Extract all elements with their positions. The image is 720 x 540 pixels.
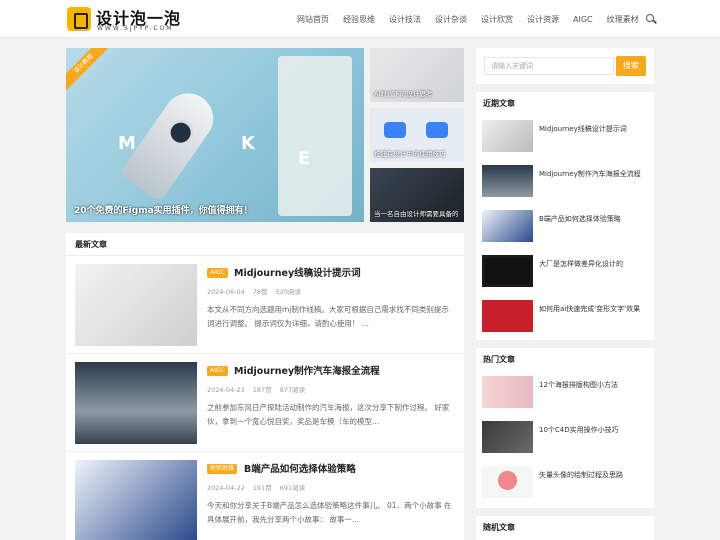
post-likes: 187赞 [252, 386, 272, 394]
post-reads: 877阅读 [279, 386, 306, 394]
recent-post-thumbnail[interactable] [482, 210, 533, 242]
slide-ui-panel [278, 56, 352, 216]
side-feature-1[interactable]: AI时代下的设计思考 [370, 48, 464, 102]
widget-title: 热门文章 [483, 355, 515, 364]
recent-post-item[interactable]: Midjourney线稿设计提示词 [482, 120, 648, 154]
hot-post-item[interactable]: 矢量头像的绘制过程及思路 [482, 466, 648, 500]
hot-posts-widget: 热门文章 12个海报排版构图小方法 10个C4D实用操作小技巧 矢量头像的绘制过… [476, 348, 654, 508]
post-likes: 191赞 [252, 484, 272, 492]
random-posts-widget: 随机文章 [476, 516, 654, 540]
nav-item-home[interactable]: 网站首页 [297, 14, 329, 25]
side-feature-caption: 按钮在设计中的使用技巧 [374, 150, 446, 158]
nav-item-talk[interactable]: 设计杂谈 [435, 14, 467, 25]
nav-item-techniques[interactable]: 设计技法 [389, 14, 421, 25]
hot-post-thumbnail[interactable] [482, 421, 533, 453]
post-tag[interactable]: AIGC [207, 268, 228, 278]
search-icon[interactable] [646, 14, 654, 22]
hot-post-title[interactable]: 矢量头像的绘制过程及思路 [539, 470, 623, 480]
slide-letter: E [298, 148, 311, 169]
post-card[interactable]: 经验思维 B端产品如何选择体验策略 2024-04-22 191赞 691阅读 今天… [66, 451, 464, 540]
post-meta: 2024-04-22 191赞 691阅读 [207, 482, 313, 492]
recent-post-title[interactable]: 大厂是怎样做差异化设计的 [539, 259, 623, 269]
blue-button-graphic [426, 122, 448, 138]
post-meta: 2024-04-23 187赞 877阅读 [207, 384, 313, 394]
recent-post-title[interactable]: 如何用ai快速完成'变形文字'效果 [539, 304, 640, 314]
side-feature-2[interactable]: 按钮在设计中的使用技巧 [370, 108, 464, 162]
search-widget: 请输入关键词 搜索 [476, 48, 654, 84]
post-date: 2024-04-23 [207, 386, 245, 394]
recent-post-item[interactable]: B端产品如何选择体验策略 [482, 210, 648, 244]
recent-post-title[interactable]: Midjourney线稿设计提示词 [539, 124, 627, 134]
recent-post-thumbnail[interactable] [482, 300, 533, 332]
post-title[interactable]: B端产品如何选择体验策略 [244, 461, 356, 475]
featured-slider[interactable]: M K E 设计教程 20个免费的Figma实用插件，你值得拥有！ [66, 48, 364, 222]
search-input[interactable]: 请输入关键词 [484, 57, 614, 75]
hot-post-thumbnail[interactable] [482, 376, 533, 408]
nav-item-showcase[interactable]: 设计欣赏 [481, 14, 513, 25]
post-excerpt: 本文从不同方向选题用mj制作线稿。大家可根据自己需求找不同类别提示词进行调整。 … [207, 305, 449, 328]
post-tag[interactable]: 经验思维 [207, 464, 238, 474]
recent-post-thumbnail[interactable] [482, 120, 533, 152]
post-reads: 520阅读 [275, 288, 301, 296]
hot-post-item[interactable]: 10个C4D实用操作小技巧 [482, 421, 648, 455]
side-feature-caption: AI时代下的设计思考 [374, 90, 433, 98]
logo-subtitle: WWW.SJPYP.COM [97, 25, 174, 32]
hot-post-title[interactable]: 10个C4D实用操作小技巧 [539, 425, 619, 435]
post-title[interactable]: Midjourney线稿设计提示词 [234, 265, 361, 279]
blue-button-graphic [384, 122, 406, 138]
post-date: 2024-06-04 [207, 288, 245, 296]
nav-item-resources[interactable]: 设计资源 [527, 14, 559, 25]
widget-title: 近期文章 [483, 99, 515, 108]
logo-icon[interactable] [67, 7, 91, 31]
latest-posts: 最新文章 AIGC Midjourney线稿设计提示词 2024-06-04 78… [66, 233, 464, 540]
nav-item-experience[interactable]: 经验思维 [343, 14, 375, 25]
post-excerpt: 之前参加东风日产探陆活动制作的汽车海报，这次分享下制作过程。 好家伙，拿到一个宽… [207, 403, 450, 426]
hot-post-title[interactable]: 12个海报排版构图小方法 [539, 380, 618, 390]
main-nav: 网站首页 经验思维 设计技法 设计杂谈 设计欣赏 设计资源 AIGC 纹理素材 [290, 0, 646, 38]
recent-post-thumbnail[interactable] [482, 255, 533, 287]
side-feature-3[interactable]: 当一名自由设计师需要具备的 [370, 168, 464, 222]
section-title: 最新文章 [75, 240, 107, 249]
post-meta: 2024-06-04 78赞 520阅读 [207, 286, 309, 296]
recent-post-item[interactable]: Midjourney制作汽车海报全流程 [482, 165, 648, 199]
recent-post-item[interactable]: 大厂是怎样做差异化设计的 [482, 255, 648, 289]
post-thumbnail[interactable] [75, 264, 197, 346]
category-ribbon: 设计教程 [66, 48, 110, 90]
slide-caption[interactable]: 20个免费的Figma实用插件，你值得拥有！ [74, 203, 253, 216]
recent-post-title[interactable]: B端产品如何选择体验策略 [539, 214, 621, 224]
post-tag[interactable]: AIGC [207, 366, 228, 376]
recent-post-item[interactable]: 如何用ai快速完成'变形文字'效果 [482, 300, 648, 334]
post-card[interactable]: AIGC Midjourney制作汽车海报全流程 2024-04-23 187赞 8… [66, 353, 464, 451]
recent-post-thumbnail[interactable] [482, 165, 533, 197]
nav-item-aigc[interactable]: AIGC [573, 15, 593, 24]
post-title[interactable]: Midjourney制作汽车海报全流程 [234, 363, 380, 377]
hot-post-item[interactable]: 12个海报排版构图小方法 [482, 376, 648, 410]
post-likes: 78赞 [252, 288, 268, 296]
post-thumbnail[interactable] [75, 460, 197, 540]
post-card[interactable]: AIGC Midjourney线稿设计提示词 2024-06-04 78赞 520阅… [66, 255, 464, 353]
post-reads: 691阅读 [279, 484, 306, 492]
slide-letter: K [241, 133, 255, 154]
recent-post-title[interactable]: Midjourney制作汽车海报全流程 [539, 169, 641, 179]
widget-title: 随机文章 [483, 523, 515, 532]
nav-item-textures[interactable]: 纹理素材 [607, 14, 639, 25]
search-button[interactable]: 搜索 [616, 56, 646, 76]
post-date: 2024-04-22 [207, 484, 245, 492]
side-feature-caption: 当一名自由设计师需要具备的 [374, 210, 459, 218]
post-excerpt: 今天和你分享关于B端产品怎么选体验策略这件事儿。 01、两个小故事 在具体展开前… [207, 501, 452, 524]
site-header: 设计泡一泡 WWW.SJPYP.COM 网站首页 经验思维 设计技法 设计杂谈 … [0, 0, 720, 38]
recent-posts-widget: 近期文章 Midjourney线稿设计提示词 Midjourney制作汽车海报全… [476, 92, 654, 340]
slide-letter: M [118, 133, 136, 154]
post-thumbnail[interactable] [75, 362, 197, 444]
hot-post-thumbnail[interactable] [482, 466, 533, 498]
